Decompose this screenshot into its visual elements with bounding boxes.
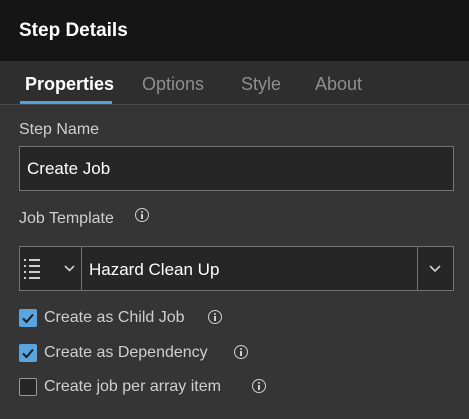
per-array-item-label: Create job per array item [44, 378, 221, 395]
tab-properties[interactable]: Properties [25, 73, 114, 95]
panel-title: Step Details [19, 20, 128, 41]
tab-about[interactable]: About [315, 73, 362, 95]
check-icon [22, 313, 34, 324]
child-job-label: Create as Child Job [44, 309, 185, 326]
tab-style[interactable]: Style [241, 73, 281, 95]
per-array-item-info-icon[interactable] [252, 379, 266, 393]
active-tab-indicator [20, 101, 112, 104]
tab-options[interactable]: Options [142, 73, 204, 95]
child-job-checkbox[interactable] [19, 309, 37, 327]
per-array-item-checkbox[interactable] [19, 378, 37, 396]
job-template-select[interactable]: Hazard Clean Up [19, 246, 454, 291]
step-name-label: Step Name [19, 121, 100, 138]
dependency-label: Create as Dependency [44, 344, 208, 361]
check-icon [22, 348, 34, 359]
template-list-dropdown[interactable] [20, 247, 82, 290]
list-icon [24, 259, 75, 279]
tab-bar: Properties Options Style About [0, 61, 469, 105]
step-name-input[interactable] [19, 146, 454, 191]
panel-header: Step Details [0, 0, 469, 61]
child-job-info-icon[interactable] [208, 310, 222, 324]
chevron-down-icon [429, 265, 441, 273]
job-template-info-icon[interactable] [135, 208, 149, 222]
job-template-dropdown-button[interactable] [417, 247, 453, 290]
job-template-value: Hazard Clean Up [89, 260, 220, 279]
dependency-checkbox[interactable] [19, 344, 37, 362]
job-template-label: Job Template [19, 210, 114, 227]
dependency-info-icon[interactable] [234, 345, 248, 359]
